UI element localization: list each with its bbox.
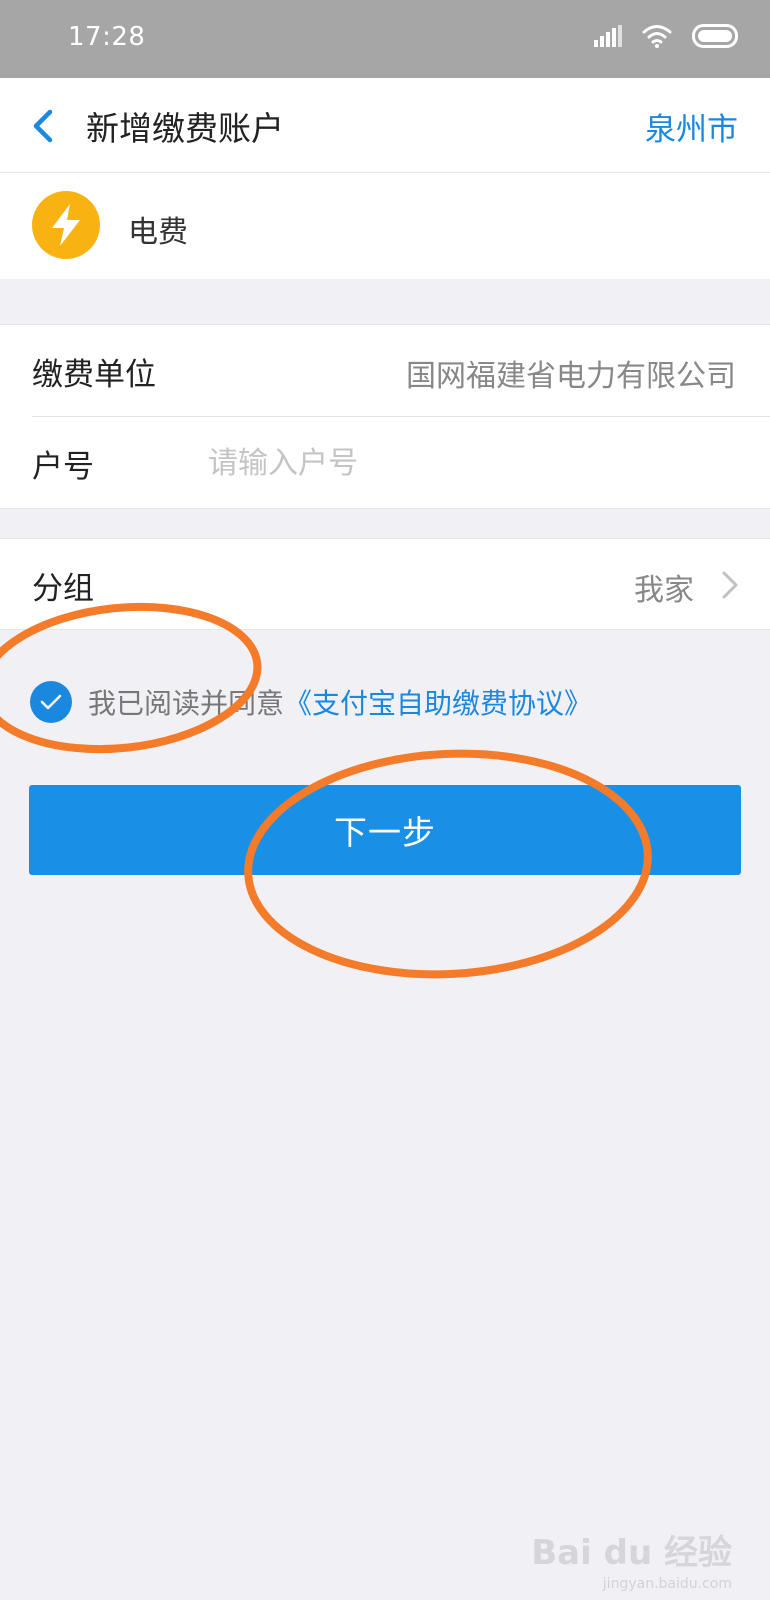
agreement-checkbox[interactable] <box>30 681 72 723</box>
lightning-icon <box>32 191 100 259</box>
nav-bar: 新增缴费账户 泉州市 <box>0 78 770 173</box>
agreement-row: 我已阅读并同意 《支付宝自助缴费协议》 <box>30 680 592 724</box>
check-icon <box>40 694 62 710</box>
battery-icon <box>692 24 738 48</box>
account-number-input[interactable] <box>208 439 728 487</box>
service-name: 电费 <box>128 215 188 250</box>
agreement-text: 我已阅读并同意 <box>88 687 285 720</box>
status-bar: 17:28 <box>0 0 770 78</box>
payment-unit-value: 国网福建省电力有限公司 <box>406 359 736 394</box>
wifi-icon <box>642 25 672 48</box>
chevron-right-icon <box>722 571 738 599</box>
group-value: 我家 <box>634 573 694 608</box>
group-label: 分组 <box>32 571 94 607</box>
payment-unit-label: 缴费单位 <box>32 357 156 393</box>
page-title: 新增缴费账户 <box>86 109 284 148</box>
next-step-button[interactable]: 下一步 <box>29 785 741 875</box>
agreement-link[interactable]: 《支付宝自助缴费协议》 <box>284 682 592 722</box>
watermark-logo-text: Bai du 经验 <box>531 1533 732 1573</box>
status-time: 17:28 <box>68 22 146 52</box>
signal-icon <box>594 25 622 47</box>
group-row[interactable]: 分组 我家 <box>0 538 770 630</box>
account-form: 缴费单位 国网福建省电力有限公司 户号 <box>0 324 770 509</box>
city-selector[interactable]: 泉州市 <box>645 104 738 149</box>
payment-unit-row[interactable]: 缴费单位 国网福建省电力有限公司 <box>0 325 770 415</box>
chevron-left-icon <box>33 109 53 143</box>
account-number-label: 户号 <box>32 449 94 485</box>
account-number-row: 户号 <box>0 417 770 507</box>
status-icons <box>594 24 740 48</box>
service-row: 电费 <box>0 173 770 279</box>
back-button[interactable] <box>24 104 64 148</box>
watermark-url: jingyan.baidu.com <box>602 1576 732 1592</box>
baidu-watermark: Bai du 经验 jingyan.baidu.com <box>531 1525 732 1592</box>
